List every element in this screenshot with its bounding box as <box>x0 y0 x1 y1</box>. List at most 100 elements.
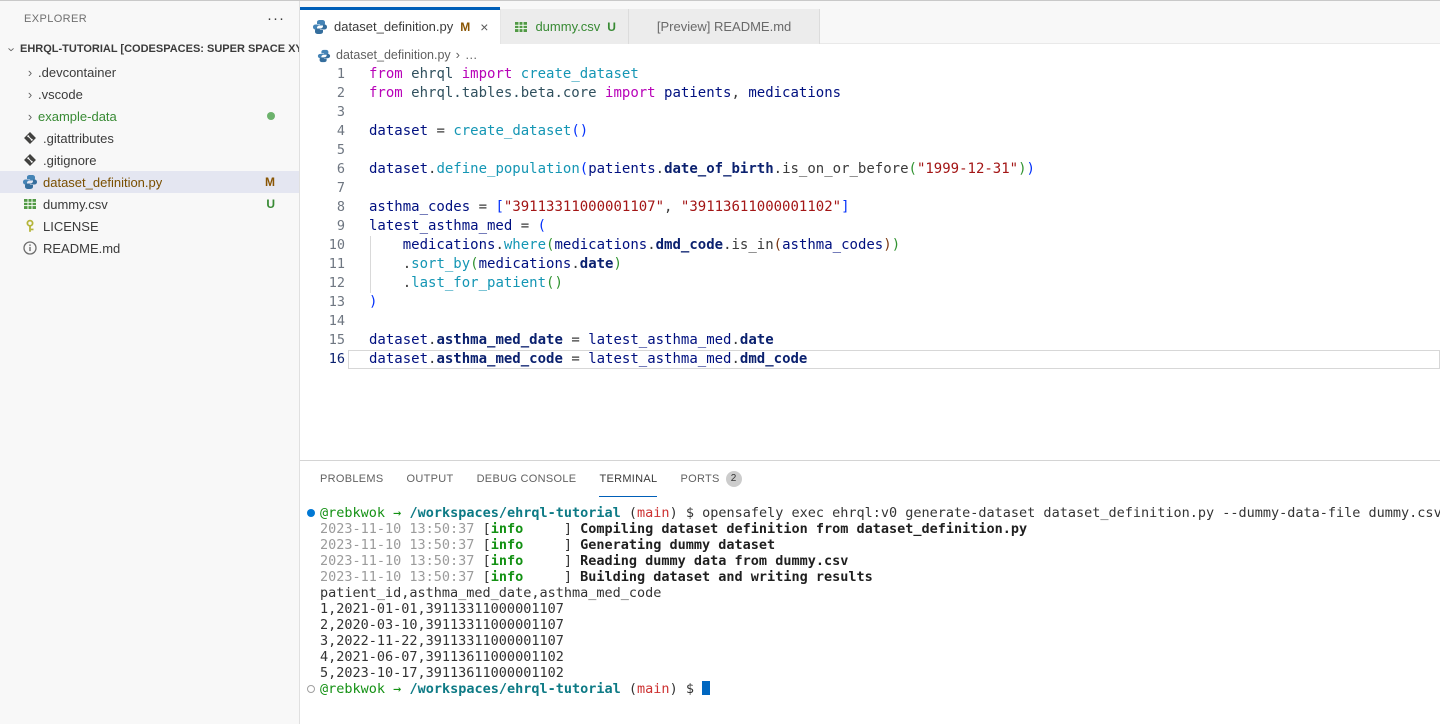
terminal-line: 3,2022-11-22,39113311000001107 <box>300 633 1440 649</box>
sidebar-item--devcontainer[interactable]: ›.devcontainer <box>0 61 299 83</box>
command-ran-decoration-icon[interactable] <box>307 509 315 517</box>
line-number: 16 <box>300 350 345 369</box>
bottom-panel: PROBLEMS OUTPUT DEBUG CONSOLE TERMINAL PORTS… <box>300 460 1440 724</box>
panel-tab-debug-console[interactable]: DEBUG CONSOLE <box>477 461 577 497</box>
code-line[interactable]: 1from ehrql import create_dataset <box>300 65 1440 84</box>
terminal-line: 2023-11-10 13:50:37 [info ] Reading dumm… <box>300 553 1440 569</box>
explorer-header: EXPLORER ··· <box>0 1 299 37</box>
line-number: 8 <box>300 198 345 217</box>
python-icon <box>22 174 38 190</box>
sidebar-item-dataset-definition-py[interactable]: dataset_definition.pyM <box>0 171 299 193</box>
code-lines: 1from ehrql import create_dataset2from e… <box>300 65 1440 369</box>
workspace-section-label: EHRQL-TUTORIAL [CODESPACES: SUPER SPACE … <box>20 43 299 55</box>
tab-label: dummy.csv <box>535 19 600 34</box>
code-line[interactable]: 8 asthma_codes = ["39113311000001107", "3… <box>300 198 1440 217</box>
code-line[interactable]: 13) <box>300 293 1440 312</box>
panel-tab-label: PROBLEMS <box>320 473 384 485</box>
terminal[interactable]: @rebkwok → /workspaces/ehrql-tutorial (m… <box>300 497 1440 724</box>
line-number: 7 <box>300 179 345 198</box>
line-number: 10 <box>300 236 345 255</box>
chevron-right-icon: › <box>22 109 38 124</box>
tab-dummy-csv[interactable]: dummy.csv U <box>501 9 628 44</box>
line-number: 6 <box>300 160 345 179</box>
panel-tab-ports[interactable]: PORTS 2 <box>680 461 741 497</box>
terminal-line: 2,2020-03-10,39113311000001107 <box>300 617 1440 633</box>
panel-tab-problems[interactable]: PROBLEMS <box>320 461 384 497</box>
code-line[interactable]: 14 <box>300 312 1440 331</box>
breadcrumb-file[interactable]: dataset_definition.py <box>336 48 451 62</box>
panel-tab-terminal[interactable]: TERMINAL <box>599 461 657 497</box>
chevron-right-icon: › <box>22 87 38 102</box>
tab-label: dataset_definition.py <box>334 19 453 34</box>
code-line[interactable]: 16dataset.asthma_med_code = latest_asthm… <box>300 350 1440 369</box>
vscode-window: EXPLORER ··· › EHRQL-TUTORIAL [CODESPACE… <box>0 0 1440 724</box>
panel-tabs: PROBLEMS OUTPUT DEBUG CONSOLE TERMINAL PORTS… <box>300 461 1440 497</box>
code-line[interactable]: 10 medications.where(medications.dmd_cod… <box>300 236 1440 255</box>
code-editor[interactable]: 1from ehrql import create_dataset2from e… <box>300 65 1440 460</box>
tab-label: [Preview] README.md <box>657 19 791 34</box>
code-line[interactable]: 5 <box>300 141 1440 160</box>
line-number: 5 <box>300 141 345 160</box>
close-icon[interactable]: × <box>480 19 488 35</box>
panel-tab-label: TERMINAL <box>599 473 657 485</box>
sidebar-item--gitattributes[interactable]: .gitattributes <box>0 127 299 149</box>
explorer-title: EXPLORER <box>24 13 87 25</box>
command-pending-decoration-icon[interactable] <box>307 685 315 693</box>
code-text: latest_asthma_med = ( <box>369 217 546 236</box>
tab--preview-readme-md[interactable]: [Preview] README.md <box>629 9 820 44</box>
code-text: medications.where(medications.dmd_code.i… <box>369 236 900 255</box>
git-icon <box>22 130 38 146</box>
code-line[interactable]: 3 <box>300 103 1440 122</box>
code-line[interactable]: 6dataset.define_population(patients.date… <box>300 160 1440 179</box>
workspace-section-header[interactable]: › EHRQL-TUTORIAL [CODESPACES: SUPER SPAC… <box>0 37 299 61</box>
code-line[interactable]: 7 <box>300 179 1440 198</box>
git-status-badge: U <box>266 197 275 211</box>
file-list: ›.devcontainer›.vscode›example-data.gita… <box>0 61 299 724</box>
code-line[interactable]: 15dataset.asthma_med_date = latest_asthm… <box>300 331 1440 350</box>
more-actions-icon[interactable]: ··· <box>267 14 285 24</box>
file-label: .vscode <box>38 87 83 102</box>
sidebar-item-readme-md[interactable]: README.md <box>0 237 299 259</box>
code-text: dataset.asthma_med_date = latest_asthma_… <box>369 331 774 350</box>
indent-guide <box>370 236 371 255</box>
code-line[interactable]: 11 .sort_by(medications.date) <box>300 255 1440 274</box>
sidebar-item--vscode[interactable]: ›.vscode <box>0 83 299 105</box>
code-line[interactable]: 4dataset = create_dataset() <box>300 122 1440 141</box>
tab-dataset-definition-py[interactable]: dataset_definition.py M × <box>300 9 501 44</box>
terminal-line: 4,2021-06-07,39113611000001102 <box>300 649 1440 665</box>
code-line[interactable]: 12 .last_for_patient() <box>300 274 1440 293</box>
code-text: .sort_by(medications.date) <box>369 255 622 274</box>
panel-tab-label: PORTS <box>680 473 719 485</box>
file-label: dummy.csv <box>43 197 108 212</box>
code-text: from ehrql import create_dataset <box>369 65 639 84</box>
terminal-line: 2023-11-10 13:50:37 [info ] Building dat… <box>300 569 1440 585</box>
code-line[interactable]: 9latest_asthma_med = ( <box>300 217 1440 236</box>
code-text: asthma_codes = ["39113311000001107", "39… <box>369 198 850 217</box>
csv-icon <box>22 196 38 212</box>
untracked-children-dot-badge <box>267 112 275 120</box>
breadcrumb-symbol-more[interactable]: … <box>465 48 478 62</box>
code-text: ) <box>369 293 377 312</box>
file-label: .gitignore <box>43 153 96 168</box>
sidebar-item-license[interactable]: LICENSE <box>0 215 299 237</box>
terminal-line: 2023-11-10 13:50:37 [info ] Compiling da… <box>300 521 1440 537</box>
sidebar-item--gitignore[interactable]: .gitignore <box>0 149 299 171</box>
editor-group: dataset_definition.py M × dummy.csv U [Previe… <box>300 1 1440 724</box>
breadcrumb[interactable]: dataset_definition.py › … <box>300 44 1440 65</box>
line-number: 12 <box>300 274 345 293</box>
code-text: dataset = create_dataset() <box>369 122 588 141</box>
terminal-line: 1,2021-01-01,39113311000001107 <box>300 601 1440 617</box>
chevron-down-icon: › <box>5 41 20 57</box>
sidebar-item-example-data[interactable]: ›example-data <box>0 105 299 127</box>
csv-icon <box>513 19 529 35</box>
code-line[interactable]: 2from ehrql.tables.beta.core import pati… <box>300 84 1440 103</box>
file-label: dataset_definition.py <box>43 175 162 190</box>
code-text: from ehrql.tables.beta.core import patie… <box>369 84 841 103</box>
tab-git-status-badge: M <box>460 20 470 34</box>
file-label: LICENSE <box>43 219 99 234</box>
file-label: .gitattributes <box>43 131 114 146</box>
ports-count-badge: 2 <box>726 471 742 487</box>
panel-tab-output[interactable]: OUTPUT <box>407 461 454 497</box>
tab-git-status-badge: U <box>607 20 616 34</box>
sidebar-item-dummy-csv[interactable]: dummy.csv U <box>0 193 299 215</box>
